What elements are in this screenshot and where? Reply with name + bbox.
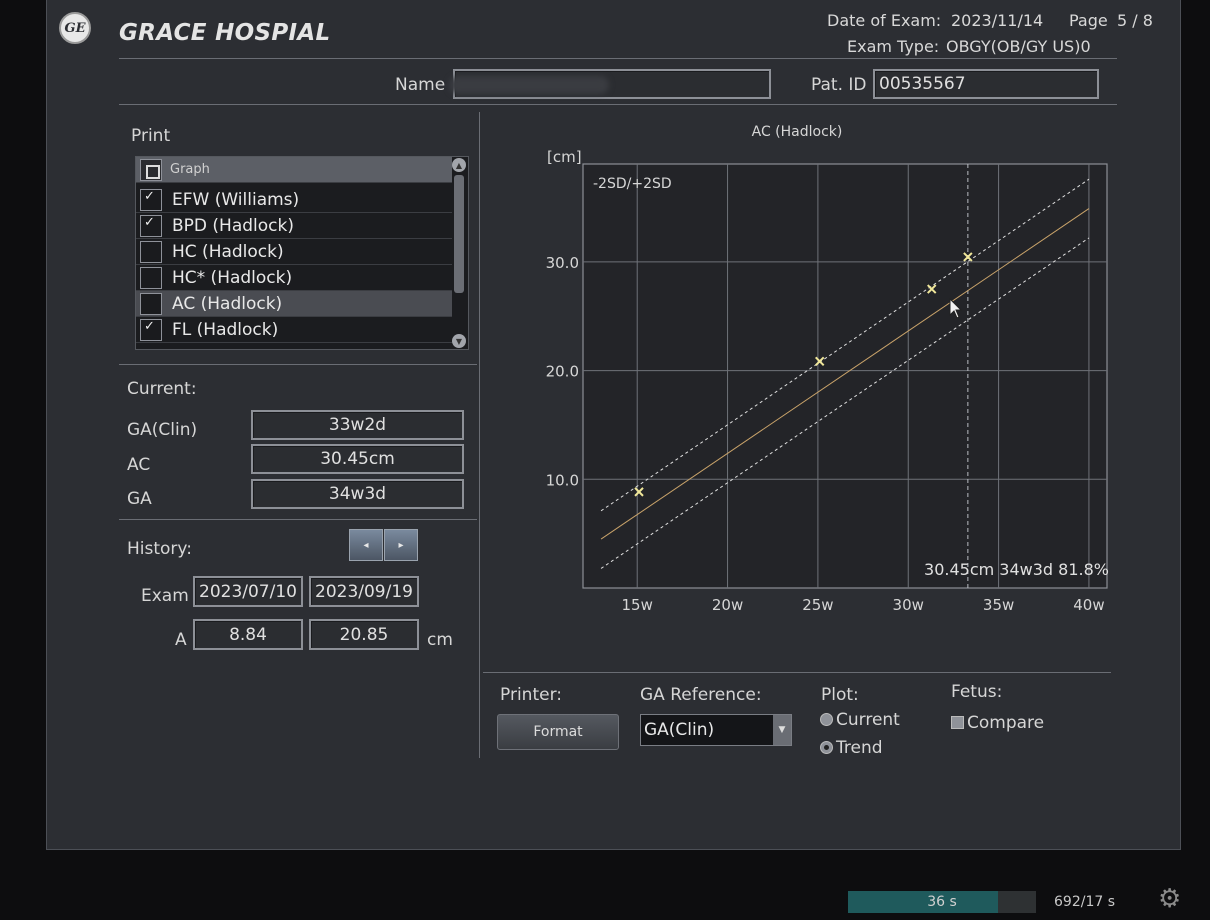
ga-reference-label: GA Reference:: [640, 685, 762, 705]
measurement-readout: 30.45cm 34w3d 81.8%: [924, 560, 1109, 579]
timer-progress-bar: 36 s: [848, 891, 1036, 913]
fetus-label: Fetus:: [951, 682, 1003, 702]
x-tick-label: 25w: [802, 596, 833, 614]
controls-divider: [483, 672, 1111, 673]
report-panel: GE GRACE HOSPIAL Date of Exam: 2023/11/1…: [46, 0, 1181, 850]
x-tick-label: 20w: [712, 596, 743, 614]
ga-reference-select[interactable]: GA(Clin) ▼: [640, 714, 792, 746]
chart-title: AC (Hadlock): [752, 124, 843, 140]
plot-area: [582, 163, 1108, 589]
x-tick-label: 40w: [1073, 596, 1104, 614]
x-tick-label: 30w: [893, 596, 924, 614]
mouse-cursor-icon: [949, 298, 963, 319]
timer-text: 36 s: [927, 894, 957, 910]
gear-icon[interactable]: ⚙: [1158, 884, 1181, 914]
frame-counter: 692/17 s: [1054, 894, 1115, 910]
y-tick-label: 10.0: [546, 471, 579, 489]
plot-trend-radio[interactable]: [820, 741, 833, 754]
x-tick-label: 35w: [983, 596, 1014, 614]
printer-label: Printer:: [500, 685, 562, 705]
plot-trend-label[interactable]: Trend: [836, 738, 883, 758]
x-tick-label: 15w: [622, 596, 653, 614]
plot-current-radio[interactable]: [820, 713, 833, 726]
y-axis-unit: [cm]: [547, 148, 582, 166]
ga-reference-value: GA(Clin): [644, 720, 715, 740]
y-tick-label: 20.0: [546, 363, 579, 381]
sd-band-label: -2SD/+2SD: [593, 176, 672, 192]
y-tick-label: 30.0: [546, 254, 579, 272]
format-button-label: Format: [533, 724, 583, 740]
compare-checkbox[interactable]: [951, 716, 964, 729]
plot-current-label[interactable]: Current: [836, 710, 900, 730]
format-button[interactable]: Format: [497, 714, 619, 750]
compare-label[interactable]: Compare: [967, 713, 1044, 733]
dropdown-arrow-icon[interactable]: ▼: [773, 715, 791, 745]
plot-label: Plot:: [821, 685, 859, 705]
